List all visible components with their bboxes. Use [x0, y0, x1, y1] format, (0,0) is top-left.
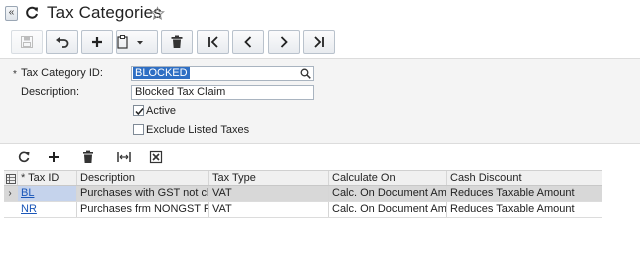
description-cell[interactable]: Purchases with GST not clai...: [77, 186, 209, 201]
tax-id-link[interactable]: BL: [21, 187, 34, 199]
favorite-star-icon[interactable]: [150, 6, 165, 21]
tax-grid: * Tax ID Description Tax Type Calculate …: [4, 170, 602, 218]
save-button[interactable]: [11, 30, 43, 54]
next-record-button[interactable]: [268, 30, 300, 54]
grid-delete-row-icon[interactable]: [80, 149, 96, 165]
grid-toolbar: [0, 146, 640, 168]
tax-type-cell[interactable]: VAT: [209, 186, 329, 201]
refresh-icon[interactable]: [24, 5, 40, 21]
tax-type-cell[interactable]: VAT: [209, 202, 329, 217]
grid-header: * Tax ID Description Tax Type Calculate …: [4, 170, 602, 186]
required-marker: *: [21, 172, 26, 184]
active-checkbox[interactable]: [133, 105, 144, 116]
column-header-description[interactable]: Description: [77, 171, 209, 185]
tax-category-id-field[interactable]: BLOCKED: [131, 66, 314, 81]
table-row[interactable]: › BL Purchases with GST not clai... VAT …: [4, 186, 602, 202]
column-header-cash-discount[interactable]: Cash Discount: [447, 171, 602, 185]
checkmark-icon: [135, 108, 144, 116]
collapse-sidebar-button[interactable]: «: [5, 6, 18, 21]
copy-paste-button[interactable]: [116, 30, 158, 54]
fit-columns-icon[interactable]: [116, 149, 132, 165]
grid-add-row-icon[interactable]: [46, 149, 62, 165]
exclude-listed-taxes-label: Exclude Listed Taxes: [146, 124, 250, 136]
tax-id-cell[interactable]: BL: [18, 186, 77, 201]
last-icon: [314, 36, 324, 48]
title-bar: « Tax Categories: [0, 0, 640, 28]
column-header-tax-type[interactable]: Tax Type: [209, 171, 329, 185]
trash-icon: [171, 35, 183, 48]
search-icon[interactable]: [300, 68, 311, 79]
first-icon: [208, 36, 218, 48]
cash-discount-cell[interactable]: Reduces Taxable Amount: [447, 202, 602, 217]
tax-category-label: Tax Category ID:: [21, 67, 103, 79]
column-header-tax-id[interactable]: * Tax ID: [18, 171, 77, 185]
save-icon: [21, 36, 33, 48]
exclude-listed-taxes-checkbox[interactable]: [133, 124, 144, 135]
calculate-on-cell[interactable]: Calc. On Document Amount: [329, 202, 447, 217]
first-record-button[interactable]: [197, 30, 229, 54]
tax-id-link[interactable]: NR: [21, 203, 37, 215]
undo-icon: [56, 37, 69, 48]
cash-discount-cell[interactable]: Reduces Taxable Amount: [447, 186, 602, 201]
prev-icon: [244, 36, 252, 48]
description-label: Description:: [21, 86, 80, 98]
column-config-icon[interactable]: [4, 171, 18, 185]
column-label: Tax ID: [28, 172, 60, 184]
clipboard-icon: [117, 35, 143, 49]
description-cell[interactable]: Purchases frm NONGST Reg...: [77, 202, 209, 217]
table-row[interactable]: NR Purchases frm NONGST Reg... VAT Calc.…: [4, 202, 602, 218]
description-field[interactable]: Blocked Tax Claim: [131, 85, 314, 100]
column-header-calculate-on[interactable]: Calculate On: [329, 171, 447, 185]
next-icon: [280, 36, 288, 48]
grid-settings-icon: [6, 174, 16, 184]
calculate-on-cell[interactable]: Calc. On Document Amount: [329, 186, 447, 201]
main-toolbar: [0, 30, 640, 56]
cancel-button[interactable]: [46, 30, 78, 54]
page-title: Tax Categories: [47, 3, 162, 22]
row-selector[interactable]: [4, 202, 16, 217]
last-record-button[interactable]: [303, 30, 335, 54]
delete-button[interactable]: [161, 30, 193, 54]
row-selector-icon[interactable]: ›: [4, 186, 16, 201]
summary-form: * Tax Category ID: BLOCKED Description: …: [0, 58, 640, 144]
tax-category-id-value: BLOCKED: [133, 67, 190, 79]
export-excel-icon[interactable]: [148, 149, 164, 165]
grid-refresh-icon[interactable]: [16, 149, 32, 165]
tax-id-cell[interactable]: NR: [18, 202, 77, 217]
required-marker: *: [13, 69, 17, 80]
previous-record-button[interactable]: [232, 30, 264, 54]
active-label: Active: [146, 105, 176, 117]
add-new-button[interactable]: [81, 30, 113, 54]
plus-icon: [92, 37, 102, 47]
